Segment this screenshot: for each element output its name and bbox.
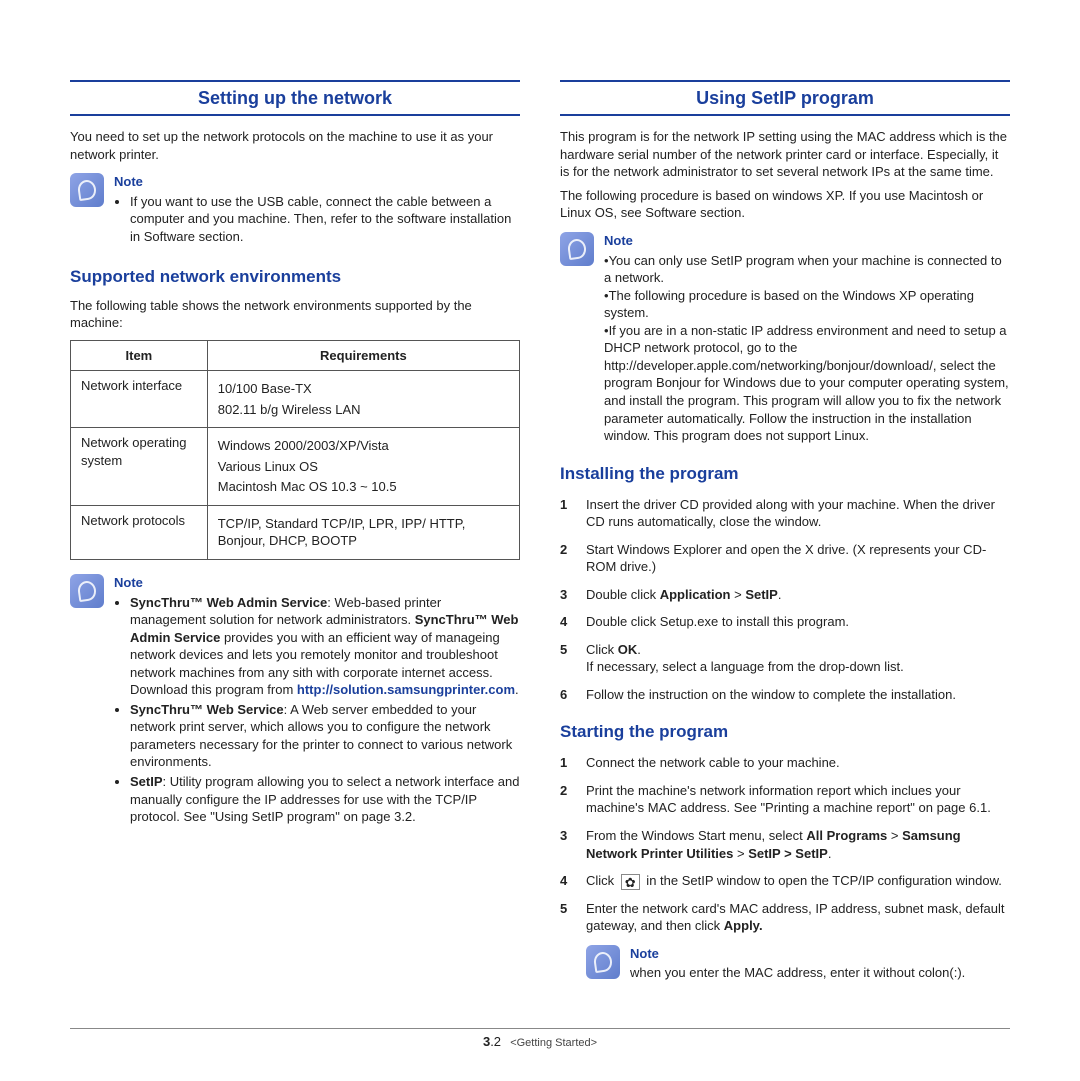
cell-req: Windows 2000/2003/XP/Vista Various Linux…: [207, 428, 519, 506]
text: .: [515, 682, 519, 697]
step: 1Connect the network cable to your machi…: [560, 754, 1010, 772]
right-intro1: This program is for the network IP setti…: [560, 128, 1010, 181]
section-title-right: Using SetIP program: [560, 80, 1010, 116]
cell-line: Various Linux OS: [218, 458, 509, 476]
step: 2Start Windows Explorer and open the X d…: [560, 541, 1010, 576]
note-icon: [70, 574, 104, 608]
term: SyncThru™ Web Admin Service: [130, 595, 327, 610]
left-intro: You need to set up the network protocols…: [70, 128, 520, 163]
table-row: Network protocols TCP/IP, Standard TCP/I…: [71, 505, 520, 559]
note-icon: [560, 232, 594, 266]
download-link[interactable]: http://solution.samsungprinter.com: [297, 682, 515, 697]
note-item: SyncThru™ Web Service: A Web server embe…: [130, 701, 520, 771]
gear-icon: ✿: [621, 874, 640, 890]
table-row: Network interface 10/100 Base-TX 802.11 …: [71, 371, 520, 428]
note-mac-colon: Note when you enter the MAC address, ent…: [586, 945, 1010, 982]
note-item: If you want to use the USB cable, connec…: [130, 193, 520, 246]
note-usb: Note If you want to use the USB cable, c…: [70, 173, 520, 247]
cell-line: Windows 2000/2003/XP/Vista: [218, 437, 509, 455]
table-row: Network operating system Windows 2000/20…: [71, 428, 520, 506]
step: 5Enter the network card's MAC address, I…: [560, 900, 1010, 935]
section-title-left: Setting up the network: [70, 80, 520, 116]
term: SetIP: [130, 774, 163, 789]
step: 3From the Windows Start menu, select All…: [560, 827, 1010, 862]
step: 1Insert the driver CD provided along wit…: [560, 496, 1010, 531]
term: SyncThru™ Web Service: [130, 702, 284, 717]
requirements-table: Item Requirements Network interface 10/1…: [70, 340, 520, 560]
cell-line: TCP/IP, Standard TCP/IP, LPR, IPP/ HTTP,…: [218, 515, 509, 550]
note-icon: [70, 173, 104, 207]
note-label: Note: [114, 173, 520, 191]
cell-line: 10/100 Base-TX: [218, 380, 509, 398]
text: : Utility program allowing you to select…: [130, 774, 519, 824]
page-minor: .2: [490, 1034, 501, 1049]
cell-item: Network protocols: [71, 505, 208, 559]
cell-line: Macintosh Mac OS 10.3 ~ 10.5: [218, 478, 509, 496]
subhead-installing: Installing the program: [560, 463, 1010, 486]
note-services: Note SyncThru™ Web Admin Service: Web-ba…: [70, 574, 520, 828]
note-label: Note: [630, 945, 1010, 963]
step: 3Double click Application > SetIP.: [560, 586, 1010, 604]
cell-item: Network interface: [71, 371, 208, 428]
table-intro: The following table shows the network en…: [70, 297, 520, 332]
right-intro2: The following procedure is based on wind…: [560, 187, 1010, 222]
note-setip-general: Note •You can only use SetIP program whe…: [560, 232, 1010, 445]
note-text: when you enter the MAC address, enter it…: [630, 964, 1010, 982]
cell-req: TCP/IP, Standard TCP/IP, LPR, IPP/ HTTP,…: [207, 505, 519, 559]
subhead-starting: Starting the program: [560, 721, 1010, 744]
chapter-name: <Getting Started>: [510, 1037, 597, 1049]
install-steps: 1Insert the driver CD provided along wit…: [560, 496, 1010, 704]
step: 5Click OK.If necessary, select a languag…: [560, 641, 1010, 676]
step: 4Double click Setup.exe to install this …: [560, 613, 1010, 631]
cell-line: 802.11 b/g Wireless LAN: [218, 401, 509, 419]
cell-item: Network operating system: [71, 428, 208, 506]
note-item: •The following procedure is based on the…: [604, 287, 1010, 322]
subhead-supported-env: Supported network environments: [70, 266, 520, 289]
page-footer: 3.2 <Getting Started>: [70, 1028, 1010, 1051]
note-item: •If you are in a non-static IP address e…: [604, 322, 1010, 445]
note-label: Note: [604, 232, 1010, 250]
note-icon: [586, 945, 620, 979]
note-item: SyncThru™ Web Admin Service: Web-based p…: [130, 594, 520, 699]
start-steps: 1Connect the network cable to your machi…: [560, 754, 1010, 934]
step: 2Print the machine's network information…: [560, 782, 1010, 817]
note-label: Note: [114, 574, 520, 592]
cell-req: 10/100 Base-TX 802.11 b/g Wireless LAN: [207, 371, 519, 428]
step: 4Click ✿ in the SetIP window to open the…: [560, 872, 1010, 890]
note-item: SetIP: Utility program allowing you to s…: [130, 773, 520, 826]
th-req: Requirements: [207, 340, 519, 371]
note-item: •You can only use SetIP program when you…: [604, 252, 1010, 287]
th-item: Item: [71, 340, 208, 371]
step: 6Follow the instruction on the window to…: [560, 686, 1010, 704]
